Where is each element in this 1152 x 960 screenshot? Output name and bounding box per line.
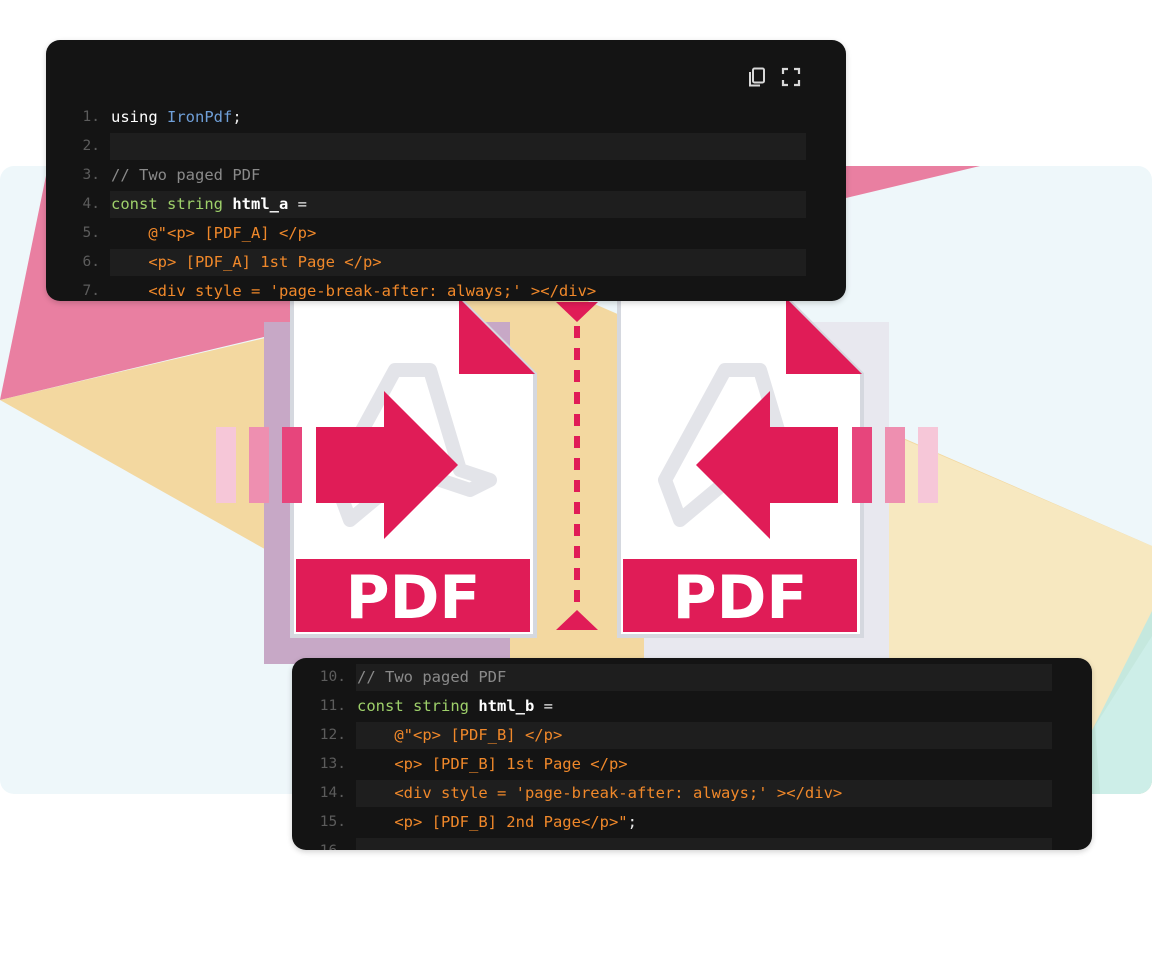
expand-icon[interactable] <box>780 66 802 88</box>
code-text: <div style = 'page-break-after: always;'… <box>357 779 842 808</box>
code-line: 14. <div style = 'page-break-after: alwa… <box>292 779 1092 808</box>
line-number: 14. <box>319 785 346 801</box>
code-token: <div style = 'page-break-after: always;'… <box>357 784 843 802</box>
code-text: <div style = 'page-break-after: always;'… <box>111 277 596 301</box>
code-token: html_b <box>478 697 535 715</box>
line-number: 3. <box>82 167 100 183</box>
code-token: html_a <box>232 195 289 213</box>
code-text: const string html_a = <box>111 190 307 219</box>
code-line-highlight <box>110 133 806 160</box>
code-token: const string <box>111 195 233 213</box>
line-number: 7. <box>82 283 100 299</box>
code-line: 2. <box>46 132 846 161</box>
code-token: @"<p> [PDF_A] </p> <box>111 224 317 242</box>
code-line: 1. using IronPdf; <box>46 103 846 132</box>
code-text: using IronPdf; <box>111 103 242 132</box>
line-number: 13. <box>319 756 346 772</box>
line-number: 15. <box>319 814 346 830</box>
code-text: // Two paged PDF <box>357 663 506 692</box>
code-token: IronPdf <box>167 108 233 126</box>
code-panel-top: 1. using IronPdf; 2. 3. // Two paged PDF 4. co… <box>46 40 846 301</box>
line-number: 1. <box>82 109 100 125</box>
code-line: 7. <div style = 'page-break-after: alway… <box>46 277 846 301</box>
code-token: <div style = 'page-break-after: always;'… <box>111 282 597 300</box>
code-line-highlight <box>356 838 1052 850</box>
line-number: 16. <box>292 837 346 850</box>
code-token: // Two paged PDF <box>357 668 507 686</box>
code-token: <p> [PDF_B] 2nd Page</p>" <box>357 813 628 831</box>
line-number: 2. <box>82 138 100 154</box>
code-token: using <box>111 108 167 126</box>
line-number: 6. <box>82 254 100 270</box>
code-line: 11. const string html_b = <box>292 692 1092 721</box>
line-number: 12. <box>319 727 346 743</box>
code-token: ; <box>232 108 242 126</box>
code-line: 13. <p> [PDF_B] 1st Page </p> <box>292 750 1092 779</box>
code-text: // Two paged PDF <box>111 161 260 190</box>
code-token: // Two paged PDF <box>111 166 261 184</box>
code-line: 15. <p> [PDF_B] 2nd Page</p>"; <box>292 808 1092 837</box>
code-token: const string <box>357 697 479 715</box>
code-token: = <box>288 195 307 213</box>
code-lines-top: 1. using IronPdf; 2. 3. // Two paged PDF 4. co… <box>46 103 846 301</box>
line-number: 11. <box>319 698 346 714</box>
code-text: <p> [PDF_B] 1st Page </p> <box>357 750 628 779</box>
code-lines-bottom: 10. // Two paged PDF 11. const string html_… <box>292 663 1092 850</box>
page-break-divider <box>556 302 598 630</box>
left-pdf-label: PDF <box>346 563 481 633</box>
code-token: = <box>534 697 553 715</box>
right-pdf-label: PDF <box>673 563 808 633</box>
code-panel-bottom: 10. // Two paged PDF 11. const string html_… <box>292 658 1092 850</box>
code-line: 6. <p> [PDF_A] 1st Page </p> <box>46 248 846 277</box>
code-text: @"<p> [PDF_B] </p> <box>357 721 562 750</box>
line-number: 4. <box>82 196 100 212</box>
code-line: 5. @"<p> [PDF_A] </p> <box>46 219 846 248</box>
line-number: 5. <box>82 225 100 241</box>
copy-icon[interactable] <box>746 66 768 88</box>
code-line: 10. // Two paged PDF <box>292 663 1092 692</box>
code-token: <p> [PDF_B] 1st Page </p> <box>357 755 628 773</box>
code-token: <p> [PDF_A] 1st Page </p> <box>111 253 382 271</box>
line-number: 10. <box>319 669 346 685</box>
code-line: 16. <box>292 837 1092 850</box>
code-text: @"<p> [PDF_A] </p> <box>111 219 316 248</box>
code-text: <p> [PDF_A] 1st Page </p> <box>111 248 382 277</box>
code-line: 12. @"<p> [PDF_B] </p> <box>292 721 1092 750</box>
code-text: const string html_b = <box>357 692 553 721</box>
code-token: @"<p> [PDF_B] </p> <box>357 726 563 744</box>
code-line: 3. // Two paged PDF <box>46 161 846 190</box>
code-text: <p> [PDF_B] 2nd Page</p>"; <box>357 808 637 837</box>
code-token: ; <box>627 813 637 831</box>
code-line: 4. const string html_a = <box>46 190 846 219</box>
